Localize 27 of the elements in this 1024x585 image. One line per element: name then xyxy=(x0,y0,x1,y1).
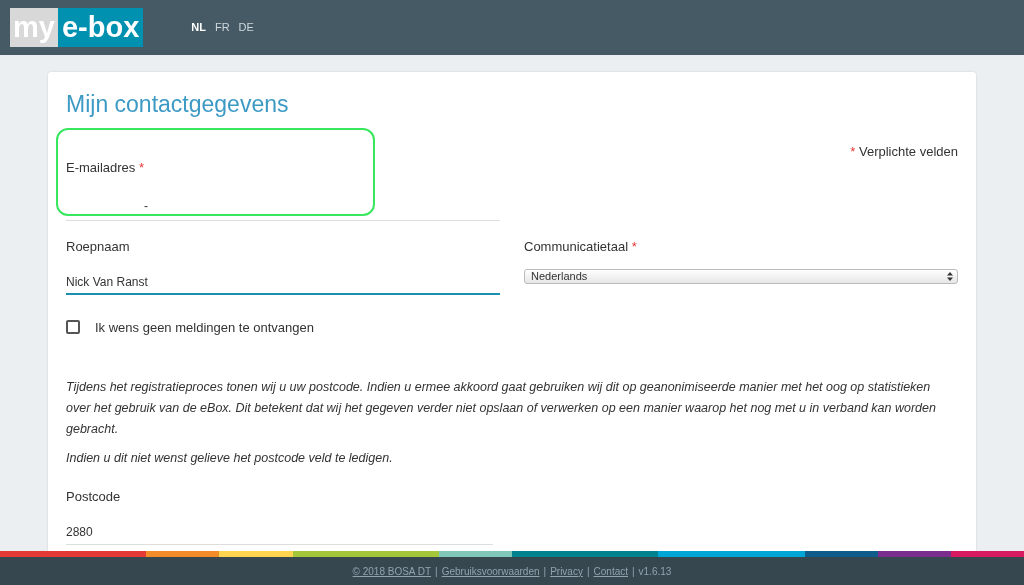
language-select[interactable]: Nederlands xyxy=(524,268,958,284)
checkbox[interactable] xyxy=(66,320,80,335)
footer-link[interactable]: © 2018 BOSA DT xyxy=(352,563,432,579)
required-note: * Verplichte velden xyxy=(850,143,958,161)
field-label: Communicatietaal * xyxy=(524,238,638,256)
separator-text: | xyxy=(632,564,635,579)
page-title: Mijn contactgegevens xyxy=(66,90,290,118)
info-paragraph: Indien u dit niet wenst gelieve het postcode veld te ledigen. xyxy=(66,450,394,467)
footer-link[interactable]: Gebruiksvoorwaarden xyxy=(441,563,540,579)
field-label: Postcode xyxy=(66,488,122,506)
checkbox-label: Ik wens geen meldingen te ontvangen xyxy=(95,318,314,337)
info-paragraph: Tijdens het registratieproces tonen wij u uw postcode. Indien u ermee akkoord gaat gebruiken wij dit op geanonimiseerde manier met het oog op statistieken over het gebruik van de eBox. Dit betekent dat wij het gegeven verder niet opslaan of verwerken op een manier waarop het nog met u in verband kan worden gebracht. xyxy=(66,379,937,438)
separator-text: | xyxy=(435,564,438,579)
field-label: Roepnaam xyxy=(66,238,131,256)
separator-text: | xyxy=(586,564,590,579)
language-link[interactable]: NL xyxy=(191,19,206,36)
language-link[interactable]: FR xyxy=(214,19,230,36)
nickname-field[interactable]: Nick Van Ranst xyxy=(66,272,500,295)
email-field[interactable]: - xyxy=(66,195,500,221)
footer-link[interactable]: Privacy xyxy=(550,563,583,579)
language-link[interactable]: DE xyxy=(238,19,254,36)
field-label: E-mailadres * xyxy=(66,158,146,177)
postcode-field[interactable]: 2880 xyxy=(66,522,493,545)
updown-icon xyxy=(947,271,953,281)
version-text: v1.6.13 xyxy=(638,564,672,579)
separator-text: | xyxy=(543,564,547,579)
footer-link[interactable]: Contact xyxy=(593,563,628,579)
